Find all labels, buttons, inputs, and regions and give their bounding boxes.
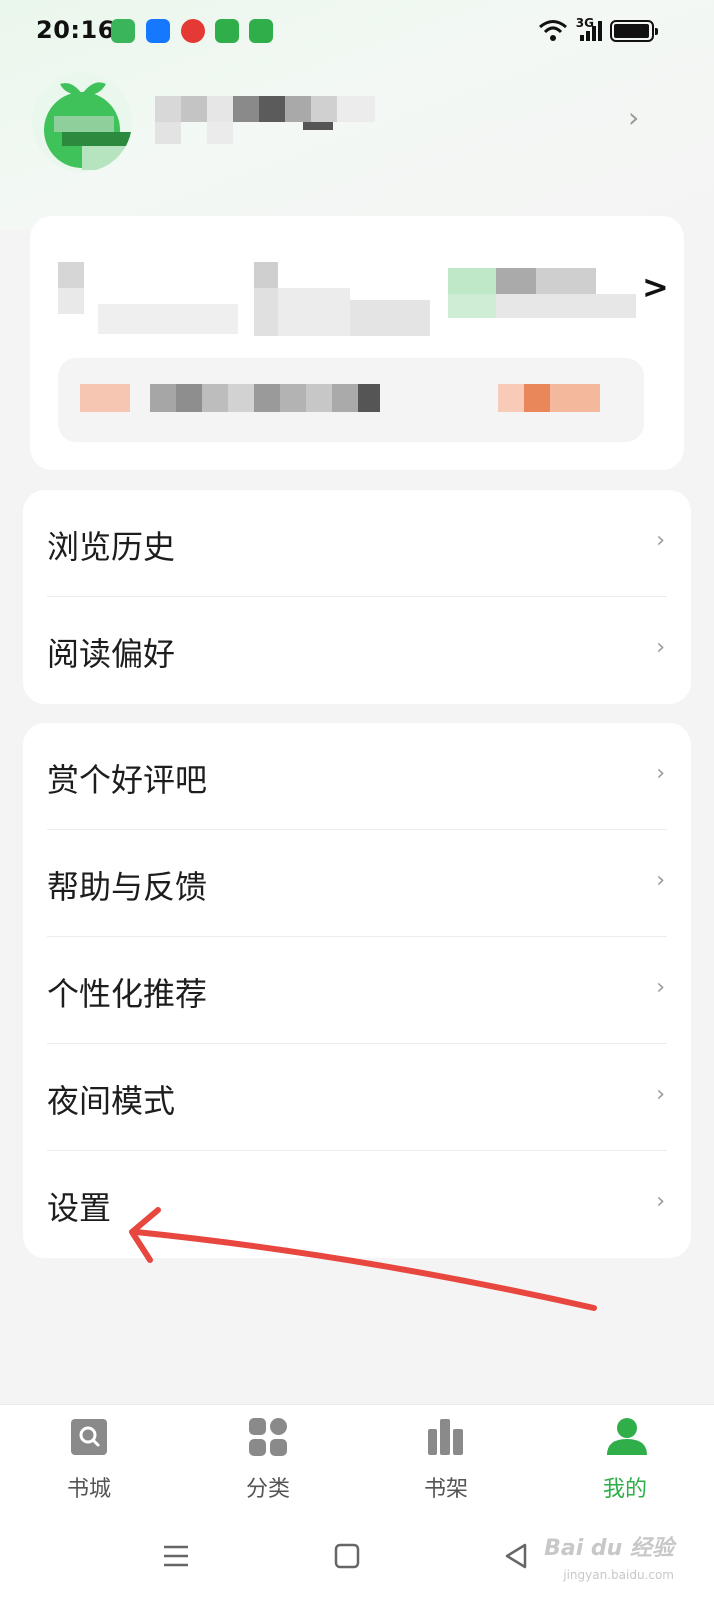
menu-item-label: 阅读偏好 bbox=[47, 635, 176, 673]
menu-item-label: 个性化推荐 bbox=[47, 975, 208, 1013]
tab-category[interactable]: 分类 bbox=[208, 1417, 328, 1503]
menu-item-reading-preference[interactable]: 阅读偏好 › bbox=[23, 597, 691, 704]
menu-item-browse-history[interactable]: 浏览历史 › bbox=[23, 490, 691, 597]
back-icon[interactable] bbox=[503, 1542, 529, 1570]
tab-label: 我的 bbox=[602, 1477, 647, 1502]
tab-label: 分类 bbox=[245, 1477, 290, 1502]
chevron-right-icon: › bbox=[656, 761, 665, 786]
bottom-tab-bar: 书城 分类 书架 我的 bbox=[0, 1404, 714, 1522]
phone-icon bbox=[249, 19, 273, 43]
tab-label: 书架 bbox=[423, 1477, 468, 1502]
tab-bookstore[interactable]: 书城 bbox=[29, 1417, 149, 1503]
grid-icon bbox=[248, 1417, 288, 1457]
chevron-right-icon: › bbox=[656, 1082, 665, 1107]
tab-label: 书城 bbox=[66, 1477, 111, 1502]
chevron-right-icon: › bbox=[656, 1189, 665, 1214]
phone-icon bbox=[215, 19, 239, 43]
status-time: 20:16 bbox=[36, 16, 115, 44]
green-sprout-avatar-icon bbox=[32, 72, 132, 172]
menu-group-history: 浏览历史 › 阅读偏好 › bbox=[23, 490, 691, 704]
wallet-arrow-icon[interactable]: > bbox=[642, 268, 669, 306]
search-icon bbox=[69, 1417, 109, 1457]
menu-item-label: 夜间模式 bbox=[47, 1082, 176, 1120]
chevron-right-icon: › bbox=[656, 868, 665, 893]
menu-item-personalized-recommendation[interactable]: 个性化推荐 › bbox=[23, 937, 691, 1044]
menu-group-settings: 赏个好评吧 › 帮助与反馈 › 个性化推荐 › 夜间模式 › 设置 › bbox=[23, 723, 691, 1258]
tab-bookshelf[interactable]: 书架 bbox=[386, 1417, 506, 1503]
wallet-card[interactable]: > bbox=[30, 216, 684, 470]
balance-redacted bbox=[58, 252, 638, 336]
messages-icon bbox=[111, 19, 135, 43]
menu-icon[interactable] bbox=[162, 1542, 190, 1570]
menu-item-label: 设置 bbox=[47, 1189, 112, 1227]
chevron-right-icon: › bbox=[656, 635, 665, 660]
app-badge-icon bbox=[181, 19, 205, 43]
profile-chevron-icon[interactable]: › bbox=[628, 101, 639, 134]
coupon-redacted bbox=[80, 384, 620, 414]
baidu-watermark: Bai du 经验 bbox=[544, 1536, 674, 1561]
menu-item-help-feedback[interactable]: 帮助与反馈 › bbox=[23, 830, 691, 937]
status-bar: 20:16 3G bbox=[0, 0, 714, 64]
tab-mine[interactable]: 我的 bbox=[565, 1417, 685, 1503]
menu-item-settings[interactable]: 设置 › bbox=[23, 1151, 691, 1258]
menu-item-label: 赏个好评吧 bbox=[47, 761, 208, 799]
wifi-icon bbox=[538, 20, 567, 41]
username-redacted bbox=[155, 96, 375, 148]
alipay-icon bbox=[146, 19, 170, 43]
person-icon bbox=[605, 1417, 647, 1457]
battery-icon bbox=[610, 20, 658, 42]
chevron-right-icon: › bbox=[656, 528, 665, 553]
menu-item-rate-app[interactable]: 赏个好评吧 › bbox=[23, 723, 691, 830]
chevron-right-icon: › bbox=[656, 975, 665, 1000]
menu-item-night-mode[interactable]: 夜间模式 › bbox=[23, 1044, 691, 1151]
network-type: 3G bbox=[575, 16, 594, 30]
baidu-watermark-url: jingyan.baidu.com bbox=[563, 1568, 674, 1582]
menu-item-label: 帮助与反馈 bbox=[47, 868, 208, 906]
menu-item-label: 浏览历史 bbox=[47, 528, 176, 566]
bookshelf-icon bbox=[426, 1417, 466, 1457]
coupon-bar[interactable] bbox=[58, 358, 644, 442]
home-icon[interactable] bbox=[334, 1542, 360, 1570]
avatar[interactable] bbox=[32, 72, 132, 172]
status-indicators: 3G bbox=[538, 16, 658, 46]
